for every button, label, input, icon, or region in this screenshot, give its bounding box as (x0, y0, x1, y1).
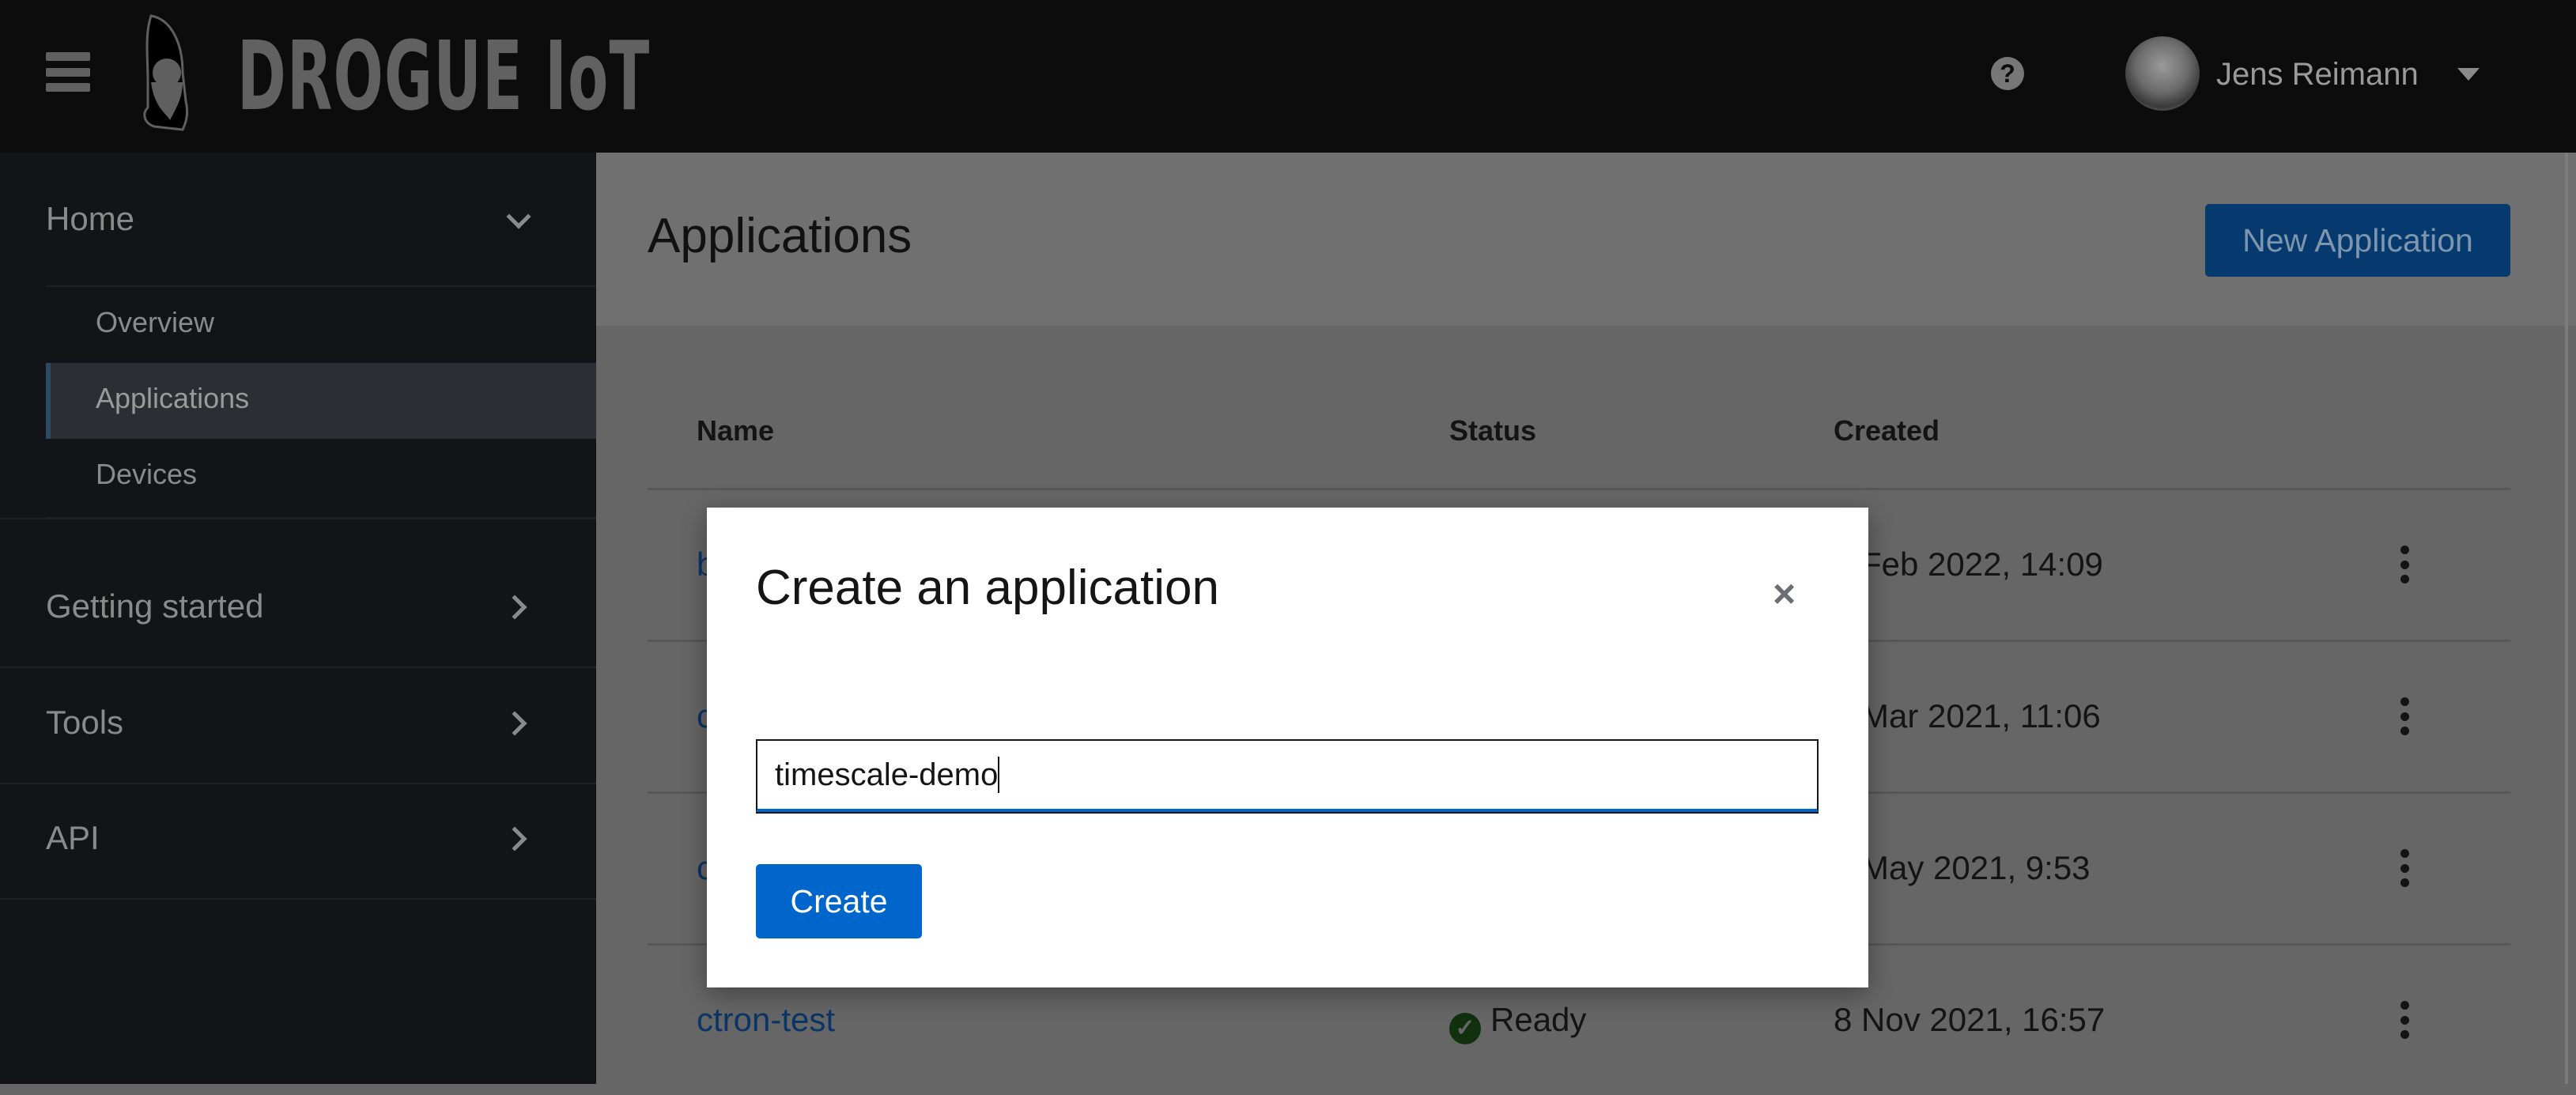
close-icon[interactable]: × (1773, 574, 1796, 614)
modal-title: Create an application (756, 561, 1219, 615)
input-value: timescale-demo (775, 757, 999, 792)
create-button[interactable]: Create (756, 864, 922, 938)
application-name-input[interactable]: timescale-demo (756, 739, 1819, 812)
create-application-modal: Create an application × timescale-demo C… (707, 508, 1868, 987)
text-cursor (998, 757, 1000, 793)
